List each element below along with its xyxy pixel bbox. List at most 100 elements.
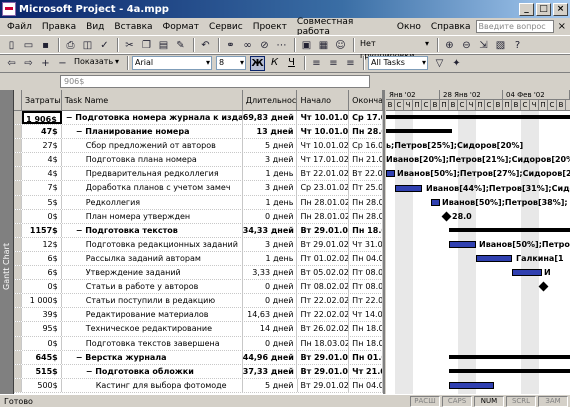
cell-task-name[interactable]: − Подготовка текстов [62, 223, 243, 237]
help-icon[interactable]: ? [510, 38, 525, 53]
collapse-icon[interactable]: − [76, 353, 86, 362]
row-header-corner[interactable] [14, 90, 22, 110]
column-header-task-name[interactable]: Task Name [62, 90, 243, 110]
task-bar[interactable] [449, 240, 476, 248]
cell-duration[interactable]: 5 дней [243, 378, 298, 392]
cell-cost[interactable]: 4$ [22, 167, 62, 181]
table-row[interactable]: 4$ Подготовка плана номера 3 дней Чт 17.01.… [14, 153, 383, 168]
cell-finish[interactable]: Ср 16.01.0 [349, 139, 383, 153]
column-header-duration[interactable]: Длительность [243, 90, 298, 110]
zoom-out-icon[interactable]: ⊖ [459, 38, 474, 53]
task-info-icon[interactable]: ▣ [299, 38, 314, 53]
table-row[interactable]: 12$ Подготовка редакционных заданий 3 дней… [14, 237, 383, 252]
cell-start[interactable]: Вт 29.01.02 [298, 378, 350, 392]
cell-duration[interactable]: 13 дней [243, 125, 298, 139]
cell-start[interactable]: Пт 22.02.02 [297, 294, 350, 308]
menu-window[interactable]: Окно [392, 22, 426, 32]
table-row[interactable]: 47$ − Планирование номера 13 дней Чт 10.01.… [14, 125, 383, 140]
cell-task-name[interactable]: Статьи в работе у авторов [62, 280, 243, 294]
cell-cost[interactable]: 5$ [22, 195, 62, 209]
menu-edit[interactable]: Правка [37, 22, 81, 32]
menu-view[interactable]: Вид [81, 22, 109, 32]
cell-cost[interactable]: 645$ [22, 350, 62, 364]
cell-duration[interactable]: 0 дней [243, 209, 298, 223]
show-outline-select[interactable]: Показать [72, 56, 120, 70]
collapse-icon[interactable]: − [76, 127, 86, 136]
unlink-tasks-icon[interactable]: ⊘ [257, 38, 272, 53]
cell-cost[interactable]: 6$ [22, 266, 62, 280]
cell-duration[interactable]: 1 день [243, 167, 298, 181]
cell-start[interactable]: Пн 28.01.02 [297, 195, 350, 209]
row-header[interactable] [14, 294, 22, 308]
cell-task-name[interactable]: Сбор предложений от авторов [62, 139, 243, 153]
cell-duration[interactable]: 3 дней [243, 181, 298, 195]
row-header[interactable] [14, 266, 22, 280]
table-row[interactable]: 27$ Сбор предложений от авторов 5 дней Чт 1… [14, 139, 383, 154]
cell-cost[interactable]: 515$ [22, 364, 62, 378]
cell-start[interactable]: Пт 08.02.02 [297, 280, 350, 294]
entry-field[interactable]: 906$ [60, 75, 370, 88]
column-header-cost[interactable]: Затраты [22, 90, 62, 110]
cell-cost[interactable]: 47$ [22, 125, 62, 139]
undo-icon[interactable]: ↶ [198, 38, 213, 53]
collapse-icon[interactable]: − [76, 226, 86, 235]
summary-bar[interactable] [386, 129, 452, 134]
doc-close-icon[interactable]: × [558, 21, 566, 32]
zoom-in-icon[interactable]: ⊕ [442, 38, 457, 53]
cell-cost[interactable]: 0$ [22, 209, 62, 223]
row-header[interactable] [14, 308, 22, 322]
close-button[interactable]: × [553, 2, 568, 16]
cell-start[interactable]: Пт 22.02.02 [297, 308, 350, 322]
cell-duration[interactable]: 14,63 дней [243, 308, 298, 322]
cell-start[interactable]: Пт 01.02.02 [297, 251, 350, 266]
cell-start[interactable]: Вт 29.01.02 [297, 237, 350, 251]
gantt-wizard-icon[interactable]: ✦ [449, 56, 464, 71]
minus-icon[interactable]: − [55, 56, 70, 71]
column-header-start[interactable]: Начало [297, 90, 350, 110]
table-row[interactable]: 1157$ − Подготовка текстов 34,33 дней Вт 29… [14, 223, 383, 238]
cell-duration[interactable]: 69,83 дней [243, 111, 298, 125]
gantt-bars-area[interactable]: ь;Петров[25%];Сидоров[20%] Иванов[20%];Пе… [386, 111, 570, 394]
cell-finish[interactable]: Пн 18.03.0 [349, 336, 383, 350]
cell-finish[interactable]: Пн 04.02.0 [349, 378, 383, 392]
row-header[interactable] [14, 195, 22, 209]
menu-project[interactable]: Проект [248, 22, 292, 32]
cell-duration[interactable]: 1 день [243, 195, 298, 209]
plus-icon[interactable]: + [38, 56, 53, 71]
task-bar[interactable] [512, 269, 542, 277]
task-bar[interactable] [386, 170, 395, 178]
spelling-icon[interactable]: ✓ [97, 38, 112, 53]
cell-finish[interactable]: Пт 08.02.0 [349, 266, 383, 280]
filter-select[interactable]: All Tasks [368, 56, 428, 70]
cell-duration[interactable]: 0 дней [243, 336, 298, 350]
cell-duration[interactable]: 44,96 дней [243, 350, 298, 364]
cell-task-name[interactable]: Рассылка заданий авторам [62, 251, 243, 266]
row-header[interactable] [14, 322, 22, 336]
table-row[interactable]: 6$ Рассылка заданий авторам 1 день Пт 01.02… [14, 251, 383, 267]
cell-start[interactable]: Ср 23.01.02 [297, 181, 350, 195]
cell-start[interactable]: Чт 17.01.02 [297, 153, 350, 167]
table-row[interactable]: 7$ Доработка планов с учетом замеч 3 дней С… [14, 181, 383, 196]
row-header[interactable] [14, 378, 22, 392]
row-header[interactable] [14, 125, 22, 139]
cell-finish[interactable]: Пн 01.04.0 [349, 350, 383, 364]
row-header[interactable] [14, 209, 22, 223]
row-header[interactable] [14, 139, 22, 153]
cell-cost[interactable]: 95$ [22, 322, 62, 336]
cell-start[interactable]: Пн 18.03.02 [297, 336, 350, 350]
table-row[interactable]: 515$ − Подготовка обложки 37,33 дней Вт 29.… [14, 364, 383, 379]
cell-finish[interactable]: Пн 21.01.0 [349, 153, 383, 167]
copy-icon[interactable]: ❐ [139, 38, 154, 53]
cell-finish[interactable]: Пн 18.03.0 [349, 223, 383, 237]
row-header[interactable] [14, 153, 22, 167]
row-header[interactable] [14, 280, 22, 294]
cell-task-name[interactable]: Предварительная редколлегия [62, 167, 243, 181]
bold-button[interactable]: Ж [250, 55, 265, 71]
help-question-input[interactable]: Введите вопрос [475, 20, 554, 33]
goto-task-icon[interactable]: ⇲ [476, 38, 491, 53]
cell-task-name[interactable]: План номера утвержден [62, 209, 243, 223]
cell-finish[interactable]: Пн 04.02.0 [349, 251, 383, 266]
align-right-icon[interactable]: ≡ [343, 56, 358, 71]
cell-task-name[interactable]: Статьи поступили в редакцию [62, 294, 243, 308]
cell-cost[interactable]: 39$ [22, 308, 62, 322]
